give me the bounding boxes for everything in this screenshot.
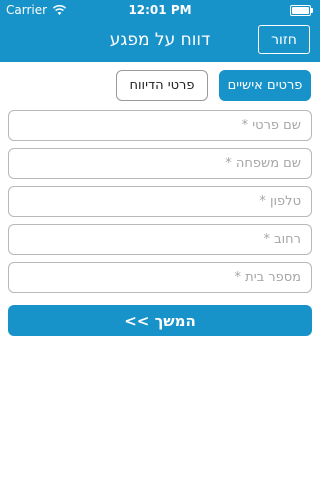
tab-personal-details[interactable]: פרטים אישיים	[219, 70, 311, 101]
street-input[interactable]	[8, 224, 312, 255]
first-name-input[interactable]	[8, 110, 312, 141]
last-name-input[interactable]	[8, 148, 312, 179]
back-button[interactable]: חזור	[258, 25, 310, 54]
page-title: דווח על מפגע	[109, 30, 211, 50]
battery-icon	[290, 5, 314, 16]
continue-label: המשך >>	[124, 311, 196, 330]
phone-input[interactable]	[8, 186, 312, 217]
continue-button[interactable]: המשך >>	[8, 305, 312, 336]
tab-report-details[interactable]: פרטי הדיווח	[116, 70, 208, 101]
app-header: Carrier 12:01 PM דווח על מפגע חזור	[0, 0, 320, 62]
status-bar: Carrier 12:01 PM	[0, 0, 320, 20]
status-time: 12:01 PM	[128, 3, 192, 17]
house-number-input[interactable]	[8, 262, 312, 293]
